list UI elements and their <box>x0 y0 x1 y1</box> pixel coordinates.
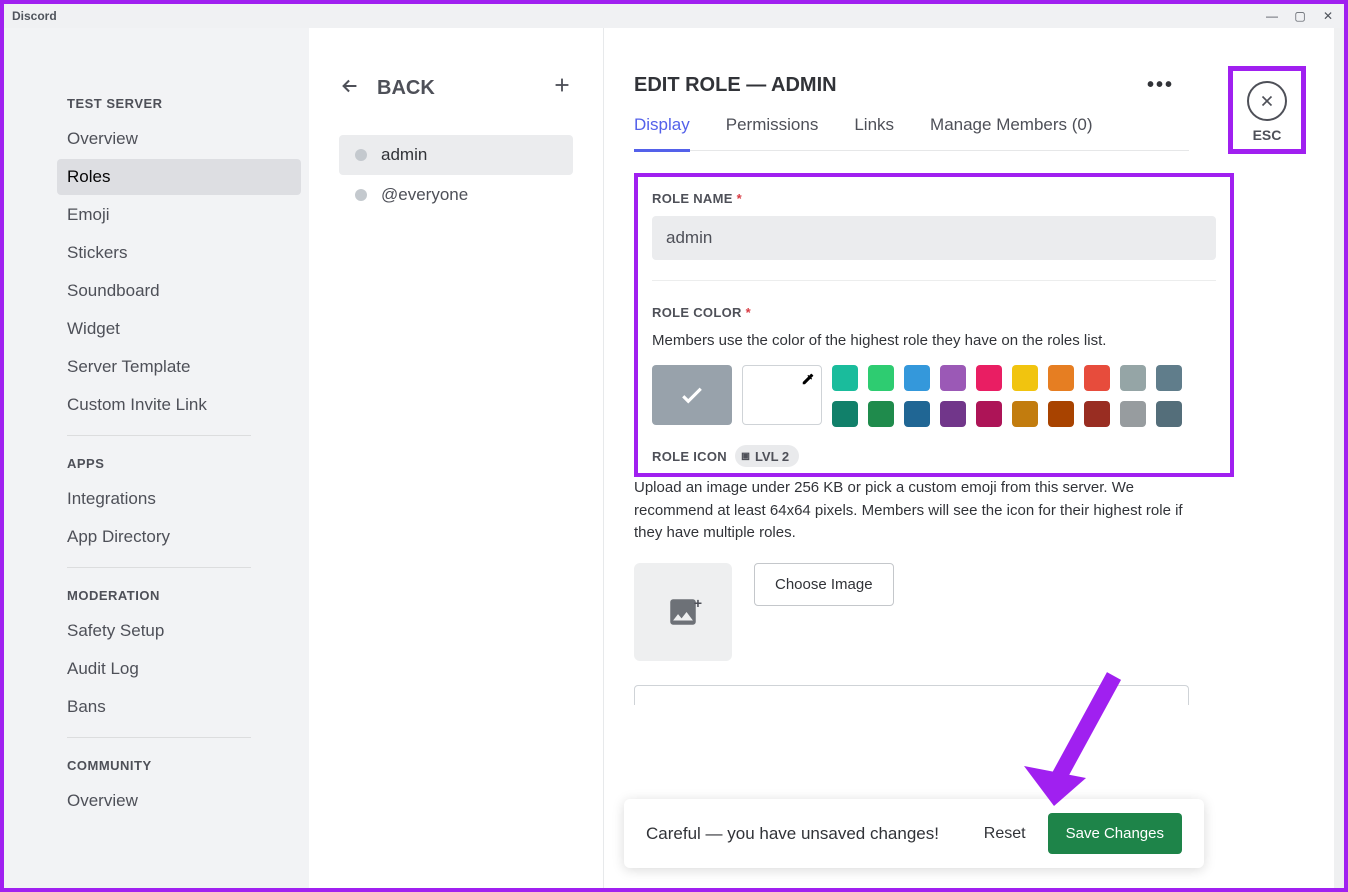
sidebar-divider <box>67 567 251 568</box>
role-color-description: Members use the color of the highest rol… <box>652 330 1216 351</box>
role-list-item-admin[interactable]: admin <box>339 135 573 175</box>
sidebar-item-integrations[interactable]: Integrations <box>57 481 301 517</box>
color-default-swatch[interactable] <box>652 365 732 425</box>
plus-icon: + <box>694 595 702 611</box>
sidebar-item-safety-setup[interactable]: Safety Setup <box>57 613 301 649</box>
back-button[interactable]: BACK <box>339 75 435 103</box>
role-color-label: ROLE COLOR * <box>652 305 1230 320</box>
color-swatch[interactable] <box>1156 365 1182 391</box>
sidebar-header-server: TEST SERVER <box>57 88 301 119</box>
upload-icon-dropzone[interactable]: + <box>634 563 732 661</box>
sidebar-item-bans[interactable]: Bans <box>57 689 301 725</box>
titlebar: Discord — ▢ ✕ <box>4 4 1344 28</box>
sidebar-item-overview[interactable]: Overview <box>57 121 301 157</box>
color-swatch[interactable] <box>1156 401 1182 427</box>
color-swatch[interactable] <box>1048 401 1074 427</box>
role-icon-description: Upload an image under 256 KB or pick a c… <box>634 477 1189 545</box>
color-swatch[interactable] <box>868 365 894 391</box>
reset-button[interactable]: Reset <box>984 825 1026 843</box>
scrollbar[interactable] <box>1334 28 1344 888</box>
back-label: BACK <box>377 77 435 100</box>
color-swatch[interactable] <box>832 365 858 391</box>
color-swatch[interactable] <box>1120 365 1146 391</box>
settings-sidebar: TEST SERVER Overview Roles Emoji Sticker… <box>4 28 309 888</box>
color-swatch[interactable] <box>904 401 930 427</box>
sidebar-item-audit-log[interactable]: Audit Log <box>57 651 301 687</box>
sidebar-item-stickers[interactable]: Stickers <box>57 235 301 271</box>
sidebar-divider <box>67 737 251 738</box>
color-swatch[interactable] <box>976 401 1002 427</box>
next-section-stub <box>634 685 1189 705</box>
color-swatch[interactable] <box>940 365 966 391</box>
esc-highlight-annotation: ESC <box>1228 66 1306 154</box>
window-close-button[interactable]: ✕ <box>1320 9 1336 23</box>
more-options-button[interactable]: ••• <box>1147 74 1174 97</box>
color-swatch[interactable] <box>1120 401 1146 427</box>
sidebar-item-community-overview[interactable]: Overview <box>57 783 301 819</box>
divider <box>652 280 1216 281</box>
sidebar-item-server-template[interactable]: Server Template <box>57 349 301 385</box>
sidebar-item-emoji[interactable]: Emoji <box>57 197 301 233</box>
role-color-dot <box>355 149 367 161</box>
tab-manage-members[interactable]: Manage Members (0) <box>930 115 1093 152</box>
color-swatch[interactable] <box>1084 401 1110 427</box>
role-name-input[interactable] <box>652 216 1216 260</box>
sidebar-item-soundboard[interactable]: Soundboard <box>57 273 301 309</box>
sidebar-item-widget[interactable]: Widget <box>57 311 301 347</box>
role-icon-label: ROLE ICON <box>652 449 727 464</box>
sidebar-header-moderation: MODERATION <box>57 580 301 611</box>
tab-display[interactable]: Display <box>634 115 690 152</box>
role-list-item-everyone[interactable]: @everyone <box>339 175 573 215</box>
color-swatch[interactable] <box>976 365 1002 391</box>
role-name-label: ROLE NAME * <box>652 191 1230 206</box>
tab-links[interactable]: Links <box>854 115 894 152</box>
color-swatch[interactable] <box>1012 401 1038 427</box>
sidebar-item-roles[interactable]: Roles <box>57 159 301 195</box>
role-editor-main: ESC EDIT ROLE — ADMIN ••• Display Permis… <box>604 28 1334 888</box>
esc-label: ESC <box>1247 127 1287 143</box>
roles-list-column: BACK admin @everyone <box>309 28 604 888</box>
role-name-label: admin <box>381 145 427 165</box>
color-swatch[interactable] <box>868 401 894 427</box>
add-role-button[interactable] <box>551 74 573 103</box>
color-swatch[interactable] <box>832 401 858 427</box>
role-name-label: @everyone <box>381 185 468 205</box>
color-swatch[interactable] <box>904 365 930 391</box>
arrow-left-icon <box>339 75 361 103</box>
window-minimize-button[interactable]: — <box>1264 9 1280 23</box>
sidebar-item-app-directory[interactable]: App Directory <box>57 519 301 555</box>
boost-level-badge: ◈ LVL 2 <box>735 445 799 467</box>
choose-image-button[interactable]: Choose Image <box>754 563 894 606</box>
app-title: Discord <box>12 9 57 23</box>
boost-icon: ◈ <box>737 447 755 465</box>
sidebar-divider <box>67 435 251 436</box>
eyedropper-icon <box>801 372 815 389</box>
unsaved-changes-bar: Careful — you have unsaved changes! Rese… <box>624 799 1204 868</box>
role-color-dot <box>355 189 367 201</box>
color-row-2 <box>832 401 1182 427</box>
page-title: EDIT ROLE — ADMIN <box>634 74 837 97</box>
color-swatch[interactable] <box>1084 365 1110 391</box>
role-tabs: Display Permissions Links Manage Members… <box>634 115 1189 151</box>
sidebar-item-custom-invite[interactable]: Custom Invite Link <box>57 387 301 423</box>
color-swatch[interactable] <box>940 401 966 427</box>
unsaved-text: Careful — you have unsaved changes! <box>646 824 939 844</box>
color-swatch[interactable] <box>1048 365 1074 391</box>
color-swatch[interactable] <box>1012 365 1038 391</box>
color-custom-swatch[interactable] <box>742 365 822 425</box>
window-maximize-button[interactable]: ▢ <box>1292 9 1308 23</box>
save-changes-button[interactable]: Save Changes <box>1048 813 1182 854</box>
sidebar-header-apps: APPS <box>57 448 301 479</box>
sidebar-header-community: COMMUNITY <box>57 750 301 781</box>
close-button[interactable] <box>1247 81 1287 121</box>
tab-permissions[interactable]: Permissions <box>726 115 819 152</box>
color-row-1 <box>832 365 1182 391</box>
content-highlight-annotation: ROLE NAME * ROLE COLOR * Members use the… <box>634 173 1234 477</box>
